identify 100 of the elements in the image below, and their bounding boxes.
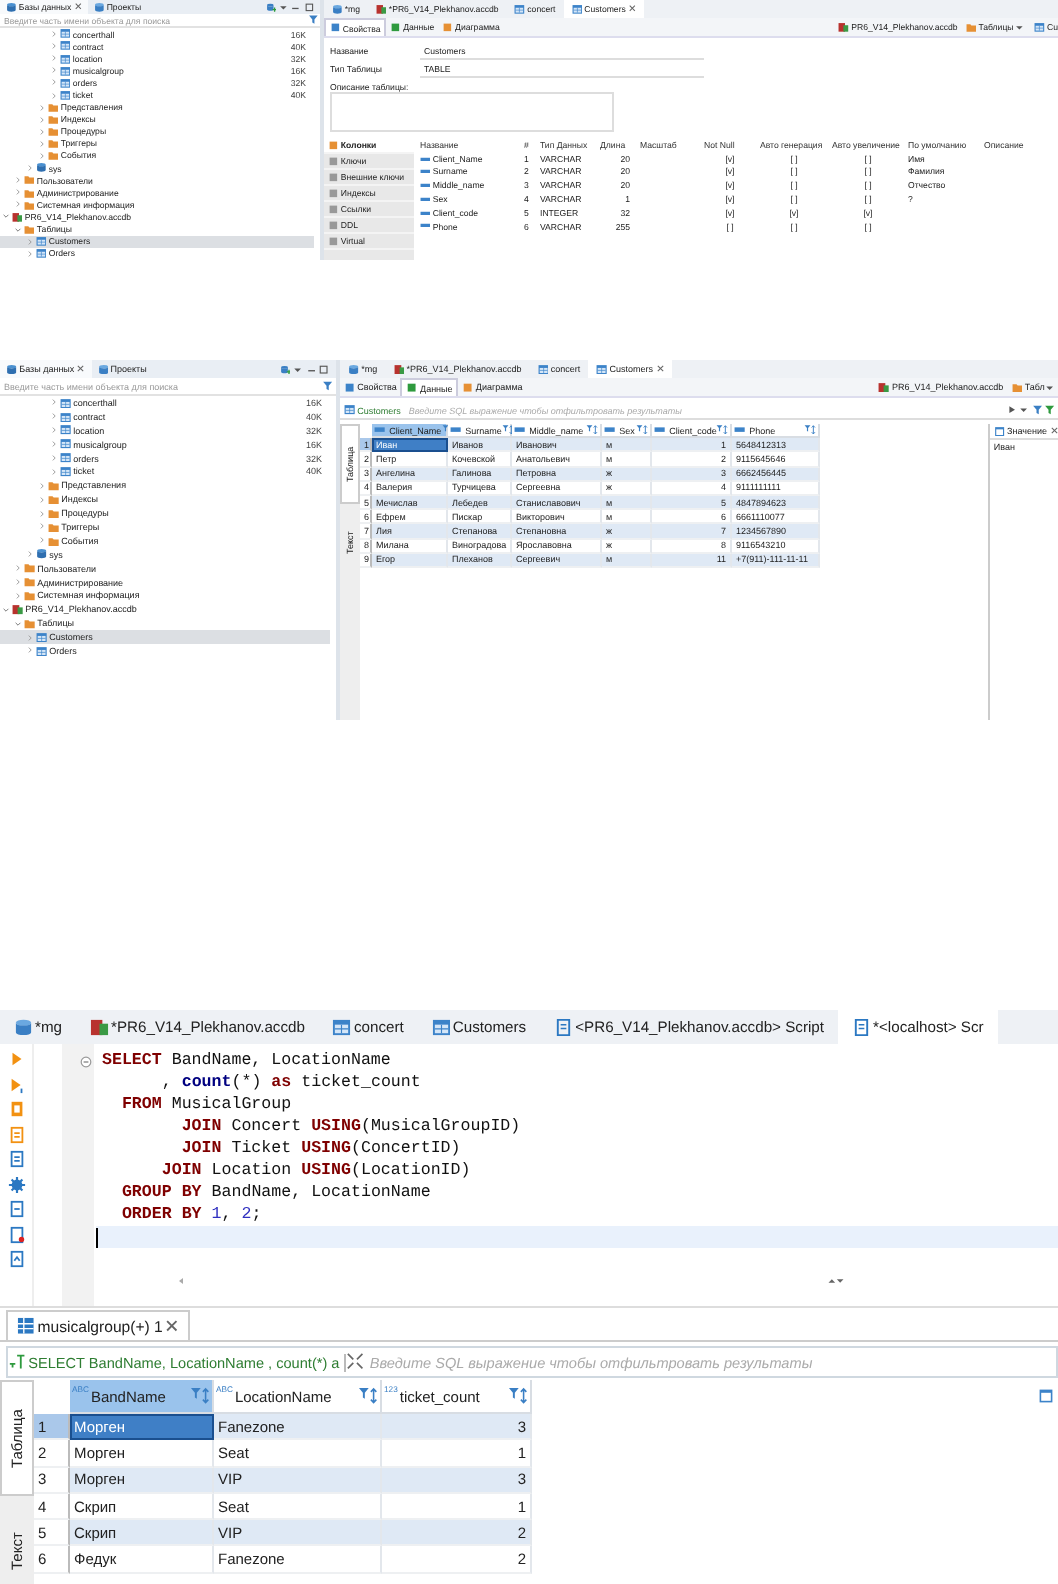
chevron-icon[interactable] (38, 522, 46, 531)
maximize-icon[interactable] (318, 363, 330, 375)
code-line: JOIN Location USING(LocationID) (159, 1160, 473, 1182)
close-icon[interactable] (76, 364, 86, 374)
chevron-icon[interactable] (14, 591, 22, 600)
chevron-icon[interactable] (26, 164, 34, 173)
text-area[interactable] (330, 92, 614, 132)
table-icon (344, 404, 356, 416)
chevron-icon[interactable] (50, 467, 58, 476)
chevron-icon[interactable] (38, 151, 46, 160)
chevron-icon[interactable] (38, 481, 46, 490)
chevron-icon[interactable] (26, 237, 34, 246)
script-icon (852, 1017, 872, 1037)
filter-sort-icon (636, 424, 648, 437)
close-icon[interactable] (164, 1318, 181, 1334)
grid-icon (16, 1316, 36, 1336)
chevron-icon[interactable] (14, 619, 22, 628)
square-icon (442, 21, 454, 33)
code-line: SELECT BandName, LocationName (102, 1050, 393, 1072)
chevron-icon[interactable] (38, 495, 46, 504)
chevron-icon[interactable] (50, 91, 58, 100)
fold-icon[interactable] (80, 1056, 92, 1068)
text-type-icon (450, 424, 462, 436)
code-line: FROM MusicalGroup (119, 1094, 294, 1116)
chevron-icon[interactable] (14, 225, 22, 234)
code-line: JOIN Concert USING(MusicalGroupID) (179, 1116, 523, 1138)
play-icon[interactable] (1005, 404, 1017, 416)
square-icon (344, 381, 356, 393)
chevron-icon[interactable] (50, 412, 58, 421)
close-icon[interactable] (1049, 426, 1058, 436)
panel-icon[interactable] (1038, 1388, 1054, 1404)
chevron-icon[interactable] (14, 176, 22, 185)
table-icon (537, 363, 549, 375)
chevron-icon[interactable] (2, 212, 10, 221)
database-icon (97, 363, 109, 375)
chevron-icon[interactable] (2, 605, 10, 614)
document-icon[interactable] (7, 1125, 25, 1143)
square-icon (328, 139, 339, 151)
document-icon[interactable] (7, 1150, 25, 1168)
chevron-icon[interactable] (50, 398, 58, 407)
database-icon (36, 548, 48, 561)
square-icon (328, 187, 339, 199)
close-icon[interactable] (655, 364, 665, 374)
table-icon (332, 1017, 352, 1037)
chevron-icon[interactable] (26, 550, 34, 559)
chevron-icon[interactable] (26, 249, 34, 258)
database-plus-icon[interactable] (279, 363, 291, 375)
filter-sort-icon (501, 424, 514, 437)
filter-sort-icon (508, 1386, 528, 1406)
chevron-icon[interactable] (50, 30, 58, 39)
text-type-icon (514, 424, 526, 436)
database-plus-icon[interactable] (265, 1, 276, 13)
square-icon (406, 382, 419, 394)
square-icon (328, 219, 339, 231)
document-icon[interactable] (7, 1200, 25, 1218)
chevron-icon[interactable] (50, 78, 58, 87)
document-icon[interactable] (7, 1225, 25, 1243)
file-icon (12, 211, 23, 223)
filter-sort-icon (358, 1386, 378, 1406)
chevron-icon[interactable] (50, 426, 58, 435)
document-icon[interactable] (7, 1250, 25, 1268)
chevron-icon[interactable] (38, 536, 46, 545)
file-icon (838, 21, 850, 33)
left-arrow-icon[interactable] (176, 1275, 186, 1285)
caret-icon[interactable] (1018, 404, 1030, 416)
chevron-icon[interactable] (50, 440, 58, 449)
chevron-icon[interactable] (14, 188, 22, 197)
up-down-arrows-icon[interactable] (826, 1275, 846, 1285)
maximize-icon[interactable] (303, 1, 314, 13)
filter-sort-icon (716, 424, 729, 437)
chevron-icon[interactable] (14, 564, 22, 573)
table-icon (596, 363, 608, 375)
chevron-icon[interactable] (38, 127, 46, 136)
filter-sort-icon (804, 424, 816, 437)
database-icon (6, 1, 17, 13)
document-icon[interactable] (7, 1100, 25, 1118)
chevron-icon[interactable] (50, 454, 58, 462)
chevron-icon[interactable] (14, 200, 22, 209)
code-line: , count(*) as ticket_count (159, 1072, 423, 1094)
chevron-icon[interactable] (14, 578, 22, 587)
close-icon[interactable] (73, 2, 82, 12)
chevron-icon[interactable] (38, 139, 46, 148)
chevron-icon[interactable] (38, 509, 46, 518)
filter-sort-icon (190, 1386, 210, 1406)
code-line: ORDER BY 1, 2; (119, 1204, 264, 1226)
chevron-icon[interactable] (26, 633, 34, 642)
chevron-icon[interactable] (38, 103, 46, 112)
text-cursor (96, 1227, 98, 1247)
chevron-icon[interactable] (50, 42, 58, 51)
chevron-icon[interactable] (26, 646, 34, 655)
square-icon (390, 21, 402, 33)
chevron-icon[interactable] (50, 66, 58, 75)
square-icon (328, 203, 339, 215)
chevron-icon[interactable] (38, 115, 46, 124)
gear-icon[interactable] (7, 1175, 25, 1193)
close-icon[interactable] (627, 4, 637, 14)
chevron-icon[interactable] (50, 54, 58, 63)
expand-icon[interactable] (345, 1352, 364, 1372)
code-line: JOIN Ticket USING(ConcertID) (179, 1138, 463, 1160)
table-icon (431, 1017, 451, 1037)
